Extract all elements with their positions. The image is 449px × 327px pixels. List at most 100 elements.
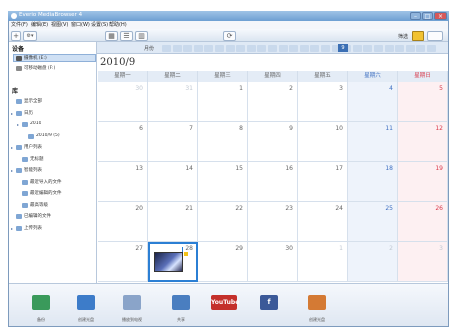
library-item[interactable]: 2010/9 (5) bbox=[36, 133, 60, 138]
library-item[interactable]: 已编辑的文件 bbox=[24, 213, 51, 219]
calendar-day-cell[interactable]: 30 bbox=[248, 242, 298, 282]
date-strip-selected[interactable]: 9 bbox=[338, 44, 348, 52]
library-item[interactable]: 最近导入的文件 bbox=[30, 179, 62, 185]
calendar-day-cell[interactable]: 1 bbox=[198, 82, 248, 122]
calendar-day-cell[interactable]: 23 bbox=[248, 202, 298, 242]
menu-help[interactable]: 帮助(H) bbox=[109, 21, 127, 28]
expand-toggle-icon[interactable]: ▸ bbox=[11, 111, 13, 116]
date-strip-cell[interactable] bbox=[215, 45, 224, 52]
calendar-day-cell[interactable]: 4 bbox=[348, 82, 398, 122]
date-strip-cell[interactable] bbox=[268, 45, 277, 52]
date-strip-cell[interactable] bbox=[289, 45, 299, 52]
menu-file[interactable]: 文件(F) bbox=[11, 21, 28, 28]
view-grid-button[interactable]: ▦ bbox=[105, 31, 118, 41]
calendar-day-cell[interactable]: 3 bbox=[298, 82, 348, 122]
calendar-day-cell[interactable]: 2 bbox=[248, 82, 298, 122]
refresh-button[interactable]: ⟳ bbox=[223, 31, 236, 41]
calendar-day-cell[interactable]: 30 bbox=[98, 82, 148, 122]
calendar-day-cell[interactable]: 12 bbox=[398, 122, 448, 162]
calendar-day-cell[interactable]: 3 bbox=[398, 242, 448, 282]
calendar-day-cell[interactable]: 8 bbox=[198, 122, 248, 162]
calendar-day-cell[interactable]: 15 bbox=[198, 162, 248, 202]
calendar-day-cell[interactable]: 21 bbox=[148, 202, 198, 242]
menu-view[interactable]: 视图(V) bbox=[51, 21, 68, 28]
library-item[interactable]: 上传列表 bbox=[24, 225, 42, 231]
calendar-day-cell[interactable]: 25 bbox=[348, 202, 398, 242]
library-item[interactable]: 最近编辑的文件 bbox=[30, 190, 62, 196]
calendar-day-cell[interactable]: 2 bbox=[348, 242, 398, 282]
date-strip-cell[interactable] bbox=[162, 45, 171, 52]
view-calendar-button[interactable]: ▥ bbox=[135, 31, 148, 41]
expand-toggle-icon[interactable]: ▸ bbox=[11, 168, 13, 173]
video-thumbnail[interactable] bbox=[154, 252, 183, 272]
calendar-day-cell[interactable]: 17 bbox=[298, 162, 348, 202]
calendar-day-cell[interactable]: 24 bbox=[298, 202, 348, 242]
devices-header: 设备 bbox=[12, 46, 25, 53]
date-strip-cell[interactable] bbox=[374, 45, 383, 52]
close-button[interactable]: × bbox=[434, 12, 447, 20]
date-strip-cell[interactable] bbox=[427, 45, 436, 52]
library-item[interactable]: 显示全部 bbox=[24, 98, 42, 104]
expand-toggle-icon[interactable]: ▸ bbox=[17, 122, 19, 127]
add-button[interactable]: + bbox=[11, 31, 21, 41]
library-item[interactable]: 日历 bbox=[24, 110, 33, 116]
expand-toggle-icon[interactable]: ▸ bbox=[11, 226, 13, 231]
library-item[interactable]: 最高等级 bbox=[30, 202, 48, 208]
date-strip-cell[interactable] bbox=[257, 45, 267, 52]
calendar-day-cell[interactable]: 14 bbox=[148, 162, 198, 202]
calendar-day-cell[interactable]: 22 bbox=[198, 202, 248, 242]
expand-toggle-icon[interactable]: ▸ bbox=[11, 145, 13, 150]
calendar-day-cell[interactable]: 10 bbox=[298, 122, 348, 162]
month-mode-label[interactable]: 月份 bbox=[144, 45, 154, 52]
calendar-day-cell[interactable]: 31 bbox=[148, 82, 198, 122]
filter-star-icon[interactable] bbox=[412, 31, 424, 41]
library-item[interactable]: 2010 bbox=[30, 121, 41, 126]
date-strip-cell[interactable] bbox=[172, 45, 182, 52]
day-number: 3 bbox=[339, 85, 343, 92]
date-strip-cell[interactable] bbox=[416, 45, 426, 52]
calendar-day-cell[interactable]: 27 bbox=[98, 242, 148, 282]
date-strip-cell[interactable] bbox=[384, 45, 394, 52]
calendar-day-cell[interactable]: 6 bbox=[98, 122, 148, 162]
date-strip-cell[interactable] bbox=[299, 45, 309, 52]
calendar-day-cell[interactable]: 7 bbox=[148, 122, 198, 162]
menu-window[interactable]: 窗口(W) bbox=[71, 21, 90, 28]
date-strip-cell[interactable] bbox=[352, 45, 362, 52]
calendar-day-cell[interactable]: 19 bbox=[398, 162, 448, 202]
date-strip-cell[interactable] bbox=[183, 45, 193, 52]
menu-edit[interactable]: 编辑(E) bbox=[31, 21, 48, 28]
date-strip-cell[interactable] bbox=[395, 45, 405, 52]
calendar-day-cell[interactable]: 13 bbox=[98, 162, 148, 202]
minimize-button[interactable]: – bbox=[410, 12, 421, 20]
edit-dropdown[interactable] bbox=[427, 31, 443, 41]
date-strip-cell[interactable] bbox=[246, 45, 256, 52]
date-strip-cell[interactable] bbox=[363, 45, 373, 52]
date-strip-cell[interactable] bbox=[310, 45, 320, 52]
date-strip-cell[interactable] bbox=[225, 45, 235, 52]
day-number: 9 bbox=[289, 125, 293, 132]
device-label-disk[interactable]: 可移动磁盘 (F:) bbox=[24, 65, 55, 71]
calendar-day-cell[interactable]: 26 bbox=[398, 202, 448, 242]
calendar-day-cell[interactable]: 11 bbox=[348, 122, 398, 162]
date-strip-cell[interactable] bbox=[193, 45, 203, 52]
library-item[interactable]: 无标题 bbox=[30, 156, 44, 162]
library-item[interactable]: 用户列表 bbox=[24, 144, 42, 150]
maximize-button[interactable]: □ bbox=[422, 12, 433, 20]
calendar-day-cell[interactable]: 16 bbox=[248, 162, 298, 202]
calendar-day-cell[interactable]: 1 bbox=[298, 242, 348, 282]
tools-dropdown[interactable]: ⚙▾ bbox=[23, 31, 37, 41]
date-strip-cell[interactable] bbox=[321, 45, 330, 52]
calendar-day-cell[interactable]: 9 bbox=[248, 122, 298, 162]
date-strip-cell[interactable] bbox=[236, 45, 246, 52]
window-title: Everio MediaBrowser 4 bbox=[19, 12, 83, 18]
date-strip-cell[interactable] bbox=[204, 45, 214, 52]
view-list-button[interactable]: ☰ bbox=[120, 31, 133, 41]
calendar-day-cell[interactable]: 5 bbox=[398, 82, 448, 122]
menu-settings[interactable]: 设置(S) bbox=[91, 21, 108, 28]
calendar-day-cell[interactable]: 18 bbox=[348, 162, 398, 202]
library-item[interactable]: 智能列表 bbox=[24, 167, 42, 173]
calendar-day-cell[interactable]: 29 bbox=[198, 242, 248, 282]
date-strip-cell[interactable] bbox=[405, 45, 415, 52]
calendar-day-cell[interactable]: 20 bbox=[98, 202, 148, 242]
date-strip-cell[interactable] bbox=[278, 45, 288, 52]
